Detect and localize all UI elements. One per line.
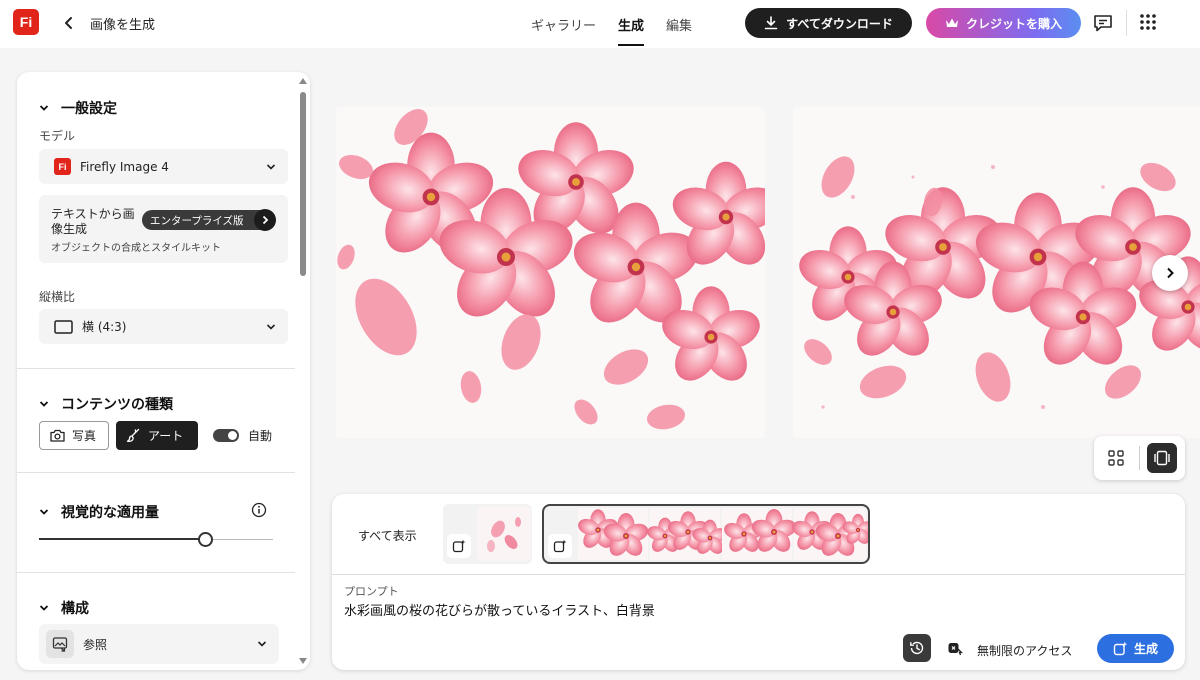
chevron-down-icon [266, 323, 276, 330]
chevron-right-icon[interactable] [254, 209, 276, 231]
aspect-ratio-select[interactable]: 横 (4:3) [39, 309, 288, 344]
chevron-down-icon [39, 105, 49, 111]
single-view-icon[interactable] [1147, 443, 1177, 473]
section-divider [17, 472, 295, 473]
landscape-icon [54, 319, 73, 334]
prompt-divider [332, 574, 1185, 575]
section-general-title: 一般設定 [61, 101, 117, 117]
tab-generate[interactable]: 生成 [607, 0, 655, 48]
view-mode-toggle [1094, 436, 1185, 480]
next-image-button[interactable] [1152, 255, 1188, 291]
sparkle-generate-icon [447, 534, 471, 558]
prompt-input[interactable]: 水彩画風の桜の花びらが散っているイラスト、白背景 [344, 600, 655, 619]
model-value: Firefly Image 4 [80, 159, 169, 174]
section-content-type-title: コンテンツの種類 [61, 397, 173, 413]
aspect-ratio-label: 縦横比 [39, 290, 76, 304]
prompt-panel: すべて表示 プロンプト 水彩画風の桜の花びらが散っているイラスト、白背景 無制限… [332, 494, 1185, 670]
section-visual-intensity-title: 視覚的な適用量 [61, 505, 159, 521]
chevron-down-icon [266, 163, 276, 170]
history-batch-1[interactable] [443, 504, 532, 564]
section-divider [17, 368, 295, 369]
buy-credits-label: クレジットを購入 [965, 16, 1062, 31]
tab-edit[interactable]: 編集 [655, 0, 703, 48]
chevron-down-icon [39, 509, 49, 515]
history-batch-2[interactable] [542, 504, 870, 564]
generate-label: 生成 [1133, 642, 1158, 656]
download-all-button[interactable]: すべてダウンロード [745, 8, 912, 38]
generated-image-1[interactable] [336, 107, 765, 438]
scroll-down-arrow[interactable] [299, 658, 307, 664]
visual-intensity-slider-thumb[interactable] [198, 532, 213, 547]
apps-grid-icon[interactable] [1139, 13, 1157, 31]
section-general-header[interactable]: 一般設定 [39, 98, 117, 118]
enterprise-badge: エンタープライズ版 [142, 210, 272, 230]
section-visual-intensity-header[interactable]: 視覚的な適用量 [39, 502, 159, 522]
chat-icon[interactable] [1092, 12, 1114, 34]
back-icon[interactable] [62, 12, 76, 34]
header-divider [1126, 10, 1127, 36]
chevron-down-icon [39, 605, 49, 611]
chevron-down-icon [257, 641, 267, 647]
brush-icon [126, 428, 140, 443]
reference-label: 参照 [83, 637, 108, 652]
aspect-ratio-value: 横 (4:3) [82, 320, 127, 334]
art-label: アート [148, 429, 184, 443]
section-composition-header[interactable]: 構成 [39, 598, 89, 618]
content-type-photo-button[interactable]: 写真 [39, 421, 109, 450]
panel-scrollbar[interactable] [298, 76, 308, 666]
info-icon[interactable] [251, 502, 267, 518]
sparkle-generate-icon [548, 534, 572, 558]
section-content-type-header[interactable]: コンテンツの種類 [39, 394, 173, 414]
section-divider [17, 572, 295, 573]
chevron-right-icon [1167, 267, 1174, 279]
generated-image-2[interactable] [793, 107, 1200, 438]
settings-panel: 一般設定 モデル Fi Firefly Image 4 テキストから画像生成 エ… [17, 72, 310, 670]
chevron-down-icon [39, 401, 49, 407]
scroll-thumb[interactable] [300, 92, 306, 276]
reference-icon [46, 630, 74, 658]
text-to-image-card[interactable]: テキストから画像生成 エンタープライズ版 オブジェクトの合成とスタイルキット [39, 195, 288, 263]
visual-intensity-slider-fill [39, 538, 205, 540]
buy-credits-button[interactable]: クレジットを購入 [926, 8, 1081, 38]
content-type-art-button[interactable]: アート [116, 421, 198, 450]
scroll-up-arrow[interactable] [299, 78, 307, 84]
generate-button[interactable]: 生成 [1097, 634, 1174, 663]
t2i-subtitle: オブジェクトの合成とスタイルキット [51, 243, 221, 254]
model-select[interactable]: Fi Firefly Image 4 [39, 149, 288, 184]
reference-select[interactable]: 参照 [39, 624, 279, 664]
prompt-label: プロンプト [344, 585, 399, 598]
photo-label: 写真 [72, 429, 97, 443]
top-bar: Fi 画像を生成 ギャラリー 生成 編集 すべてダウンロード クレジットを購入 [0, 0, 1200, 48]
auto-toggle[interactable] [213, 429, 239, 442]
auto-label: 自動 [248, 429, 273, 443]
page-title: 画像を生成 [90, 18, 156, 33]
camera-icon [50, 429, 65, 442]
tab-gallery[interactable]: ギャラリー [520, 0, 607, 48]
model-label: モデル [39, 129, 76, 143]
t2i-title: テキストから画像生成 [51, 207, 135, 236]
firefly-logo[interactable]: Fi [13, 9, 39, 35]
history-icon[interactable] [903, 634, 931, 662]
firefly-model-icon: Fi [54, 158, 71, 175]
view-toggle-divider [1139, 446, 1140, 470]
unlimited-icon [947, 640, 964, 656]
download-all-label: すべてダウンロード [786, 16, 893, 31]
crown-icon [945, 18, 958, 27]
unlimited-access-label: 無制限のアクセス [977, 644, 1073, 658]
grid-view-icon[interactable] [1107, 449, 1125, 467]
sparkle-generate-icon [1113, 641, 1128, 656]
main-nav-tabs: ギャラリー 生成 編集 [520, 0, 703, 48]
section-composition-title: 構成 [61, 601, 89, 617]
download-icon [764, 16, 778, 30]
show-all-link[interactable]: すべて表示 [358, 527, 417, 544]
